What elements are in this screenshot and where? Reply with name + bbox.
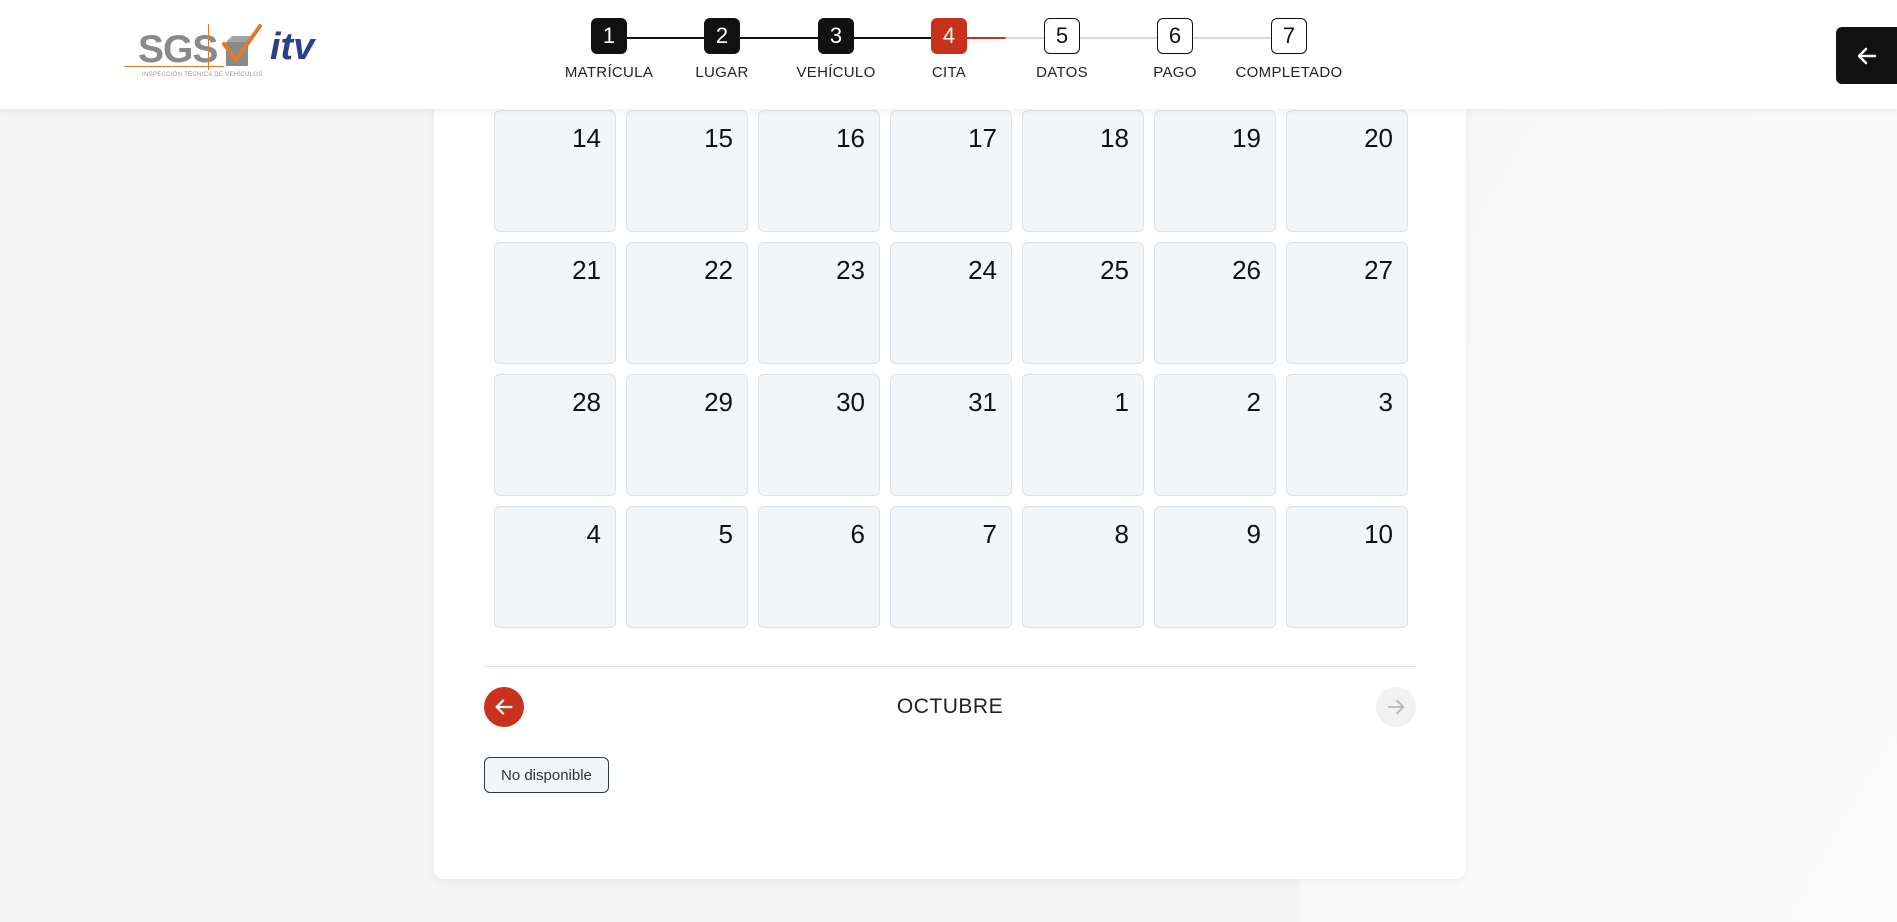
calendar-day: 20: [1286, 110, 1408, 232]
day-number: 24: [968, 255, 997, 285]
calendar-day: 25: [1022, 242, 1144, 364]
calendar-day: 9: [1154, 506, 1276, 628]
step-label: CITA: [931, 64, 967, 81]
arrow-left-icon: [1857, 47, 1876, 64]
day-number: 17: [968, 123, 997, 153]
calendar-card: 14 15 16 17 18 19 20 21 22 23 24 25 26 27 28 29 30 31 1 2 3 4…: [434, 90, 1466, 879]
day-number: 22: [704, 255, 733, 285]
step-4[interactable]: 4 CITA: [899, 18, 999, 81]
step-3[interactable]: 3 VEHÍCULO: [786, 18, 886, 81]
calendar-day: 26: [1154, 242, 1276, 364]
step-number: 7: [1271, 18, 1307, 54]
day-number: 2: [1246, 387, 1261, 417]
month-label: OCTUBRE: [896, 695, 1004, 718]
calendar-day: 7: [890, 506, 1012, 628]
day-number: 10: [1364, 519, 1393, 549]
day-number: 16: [836, 123, 865, 153]
day-number: 8: [1114, 519, 1129, 549]
sgs-itv-logo[interactable]: SGS INSPECCIÓN TÉCNICA DE VEHÍCULOS itv: [122, 20, 332, 86]
calendar-day: 5: [626, 506, 748, 628]
step-number: 4: [931, 18, 967, 54]
day-number: 7: [982, 519, 997, 549]
header: SGS INSPECCIÓN TÉCNICA DE VEHÍCULOS itv …: [0, 0, 1897, 109]
calendar-day: 8: [1022, 506, 1144, 628]
step-1[interactable]: 1 MATRÍCULA: [559, 18, 659, 81]
day-number: 25: [1100, 255, 1129, 285]
calendar-day: 31: [890, 374, 1012, 496]
step-number: 5: [1044, 18, 1080, 54]
step-5[interactable]: 5 DATOS: [1012, 18, 1112, 81]
step-number: 1: [591, 18, 627, 54]
calendar-day: 29: [626, 374, 748, 496]
calendar-day: 1: [1022, 374, 1144, 496]
day-number: 20: [1364, 123, 1393, 153]
day-number: 3: [1378, 387, 1393, 417]
calendar-day: 6: [758, 506, 880, 628]
divider: [484, 666, 1416, 667]
step-7[interactable]: 7 COMPLETADO: [1236, 18, 1342, 81]
calendar-day: 18: [1022, 110, 1144, 232]
calendar-day: 16: [758, 110, 880, 232]
calendar-day: 17: [890, 110, 1012, 232]
day-number: 30: [836, 387, 865, 417]
calendar-day: 2: [1154, 374, 1276, 496]
day-number: 9: [1246, 519, 1261, 549]
calendar-day: 14: [494, 110, 616, 232]
logo-subtitle: INSPECCIÓN TÉCNICA DE VEHÍCULOS: [142, 72, 263, 78]
step-number: 2: [704, 18, 740, 54]
day-number: 5: [718, 519, 733, 549]
day-number: 26: [1232, 255, 1261, 285]
day-number: 19: [1232, 123, 1261, 153]
step-2[interactable]: 2 LUGAR: [672, 18, 772, 81]
calendar-day: 4: [494, 506, 616, 628]
logo-divider-vertical: [208, 24, 209, 70]
step-label: PAGO: [1153, 64, 1197, 81]
step-label: LUGAR: [695, 64, 749, 81]
calendar-day: 30: [758, 374, 880, 496]
day-number: 21: [572, 255, 601, 285]
logo-divider: [124, 66, 224, 67]
legend-unavailable-badge: No disponible: [484, 757, 609, 793]
day-number: 15: [704, 123, 733, 153]
day-number: 18: [1100, 123, 1129, 153]
calendar-day: 23: [758, 242, 880, 364]
calendar-day: 10: [1286, 506, 1408, 628]
step-6[interactable]: 6 PAGO: [1125, 18, 1225, 81]
checkmark-logo-icon: [222, 24, 262, 66]
step-label: DATOS: [1036, 64, 1088, 81]
step-label: COMPLETADO: [1235, 64, 1343, 81]
calendar-day: 28: [494, 374, 616, 496]
calendar-day: 19: [1154, 110, 1276, 232]
calendar-day: 24: [890, 242, 1012, 364]
step-number: 3: [818, 18, 854, 54]
arrow-right-icon: [1387, 699, 1405, 715]
next-month-button[interactable]: [1376, 687, 1416, 727]
day-number: 1: [1114, 387, 1129, 417]
day-number: 29: [704, 387, 733, 417]
day-number: 23: [836, 255, 865, 285]
day-number: 6: [850, 519, 865, 549]
calendar-grid: 14 15 16 17 18 19 20 21 22 23 24 25 26 27 28 29 30 31 1 2 3 4…: [494, 110, 1408, 628]
calendar-day: 3: [1286, 374, 1408, 496]
day-number: 27: [1364, 255, 1393, 285]
back-button[interactable]: [1836, 27, 1897, 84]
step-number: 6: [1157, 18, 1193, 54]
calendar-day: 15: [626, 110, 748, 232]
logo-itv-text: itv: [270, 26, 315, 68]
calendar-day: 22: [626, 242, 748, 364]
day-number: 28: [572, 387, 601, 417]
day-number: 14: [572, 123, 601, 153]
calendar-day: 27: [1286, 242, 1408, 364]
day-number: 31: [968, 387, 997, 417]
calendar-day: 21: [494, 242, 616, 364]
step-label: MATRÍCULA: [564, 64, 654, 81]
day-number: 4: [586, 519, 601, 549]
step-label: VEHÍCULO: [796, 64, 876, 81]
